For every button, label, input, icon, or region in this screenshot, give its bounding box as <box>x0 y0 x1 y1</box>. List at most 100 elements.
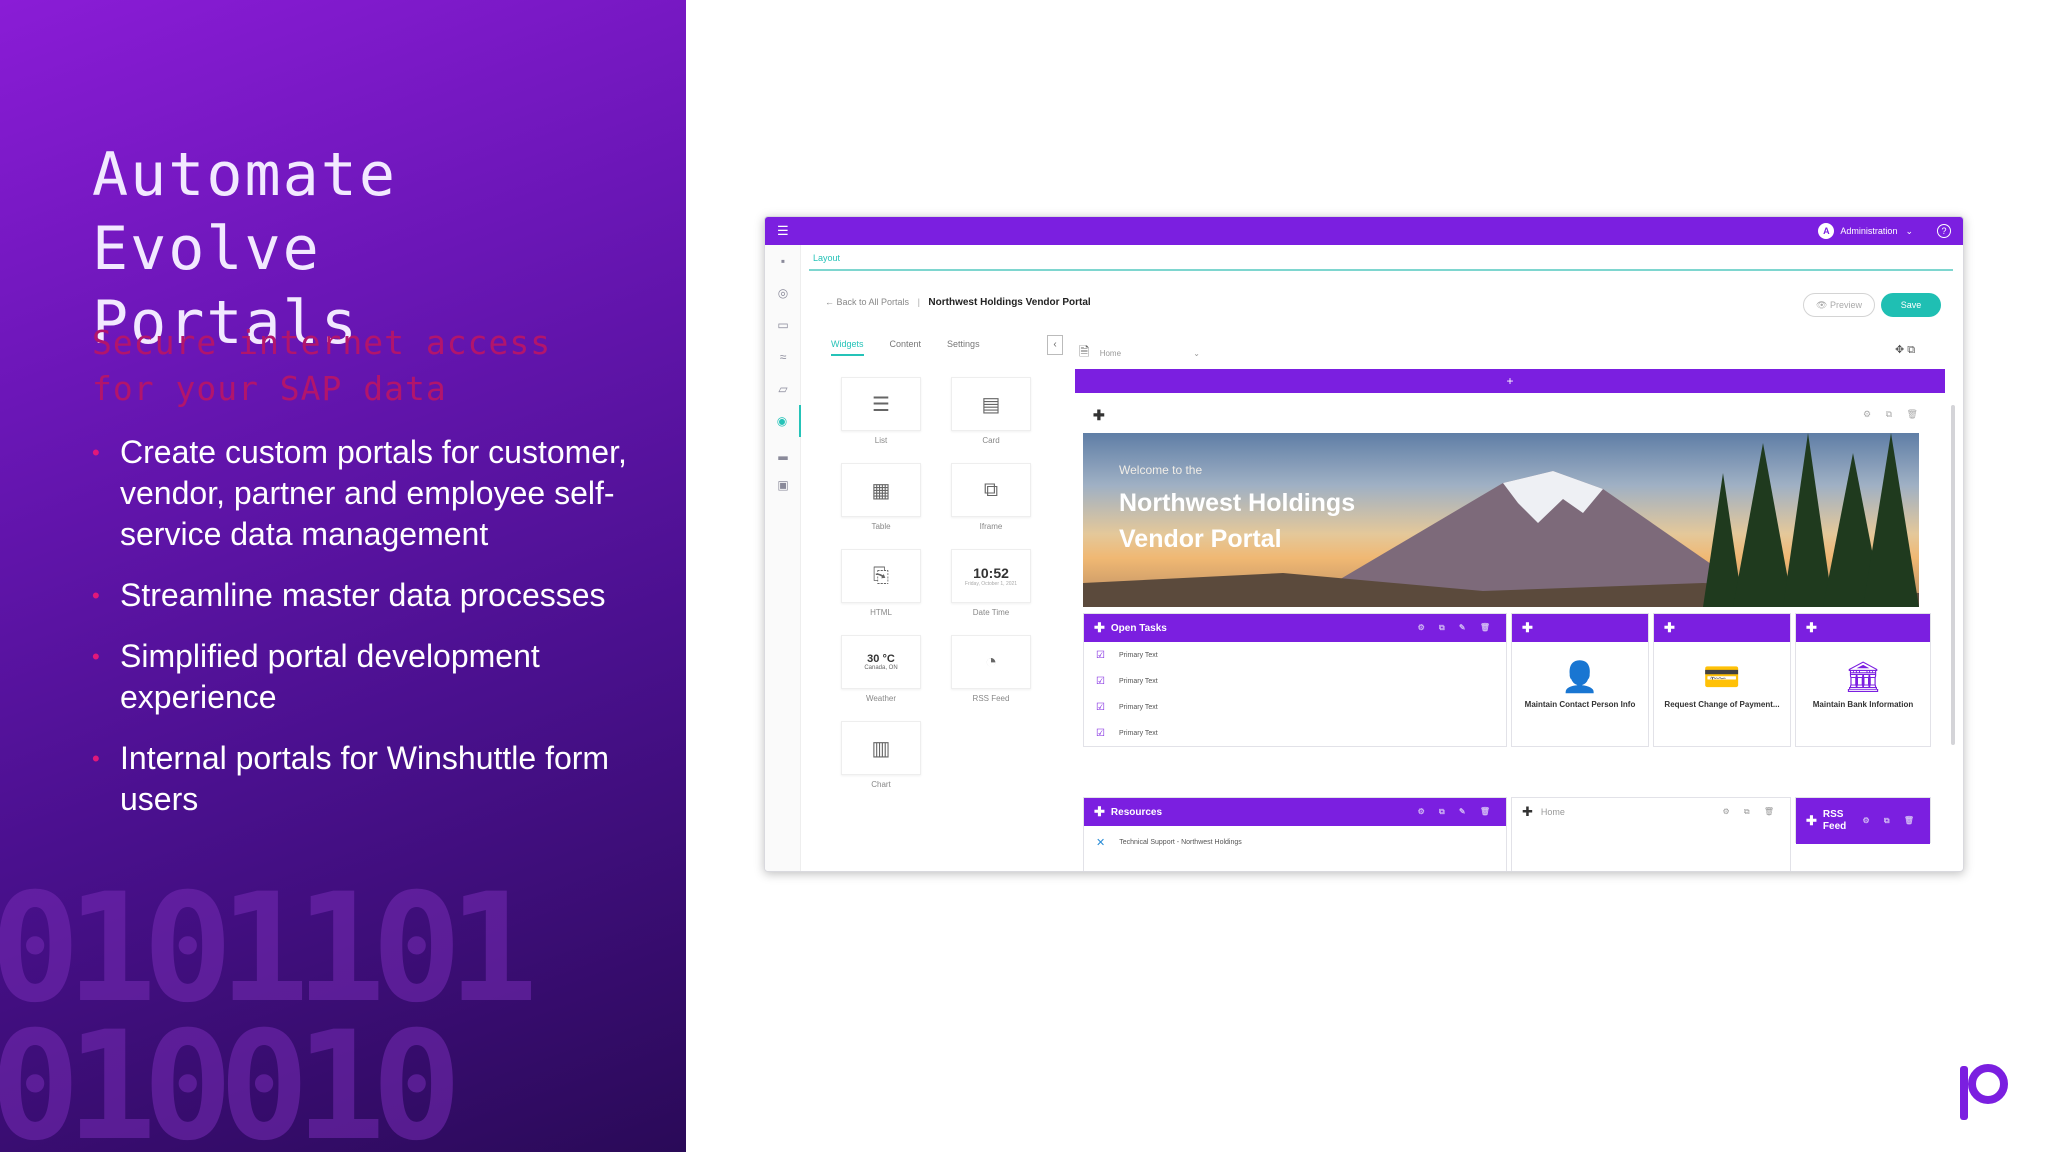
portal-icon[interactable]: ◉ <box>765 405 801 437</box>
bullet-item: • Create custom portals for customer, ven… <box>92 432 632 555</box>
add-row-button[interactable]: + <box>1075 369 1945 393</box>
add-icon[interactable]: ✚ <box>1664 620 1675 636</box>
back-link[interactable]: ← Back to All Portals <box>825 297 909 307</box>
widget-iframe[interactable]: ⧉ Iframe <box>941 463 1041 531</box>
resource-link-text: Technical Support - Northwest Holdings <box>1119 838 1242 846</box>
bullet-dot-icon: • <box>92 746 100 771</box>
help-icon[interactable]: ? <box>1937 224 1951 238</box>
quick-link-card[interactable]: ✚ 🏛 Maintain Bank Information <box>1795 613 1931 747</box>
weather-preview: 30 °C Canada, ON <box>841 635 921 689</box>
widget-label: Weather <box>865 694 897 703</box>
card-tools[interactable]: ⚙ ⧉ 🗑 <box>1723 807 1781 817</box>
bullet-text: Streamline master data processes <box>120 577 606 613</box>
widget-rss-feed[interactable]: ◔ RSS Feed <box>941 635 1041 703</box>
tab-settings[interactable]: Settings <box>947 339 980 356</box>
widget-html[interactable]: ⎘ HTML <box>831 549 931 617</box>
quick-link-label: Maintain Bank Information <box>1812 700 1914 709</box>
checkbox-icon: ☑ <box>1096 649 1105 661</box>
chevron-down-icon[interactable]: ⌄ <box>1905 226 1913 237</box>
row-tools[interactable]: ⚙ ⧉ 🗑 <box>1863 409 1924 420</box>
user-menu-label[interactable]: Administration <box>1840 226 1897 236</box>
avatar[interactable]: A <box>1818 223 1835 239</box>
widget-table[interactable]: ▦ Table <box>831 463 931 531</box>
bullet-dot-icon: • <box>92 583 100 608</box>
hero-title: Northwest Holdings Vendor Portal <box>1119 489 1356 553</box>
card-tools[interactable]: ⚙ ⧉ ✎ 🗑 <box>1418 623 1496 633</box>
dashboard-icon[interactable]: ▪ <box>765 245 801 277</box>
save-button[interactable]: Save <box>1881 293 1941 317</box>
card-title: Open Tasks <box>1110 622 1167 634</box>
widget-label: HTML <box>870 608 892 617</box>
hero-greeting: Welcome to the <box>1119 463 1203 477</box>
add-widget-icon[interactable]: ✚ <box>1093 407 1105 424</box>
add-icon[interactable]: ✚ <box>1522 804 1533 820</box>
add-icon[interactable]: ✚ <box>1094 804 1105 820</box>
page-title: Northwest Holdings Vendor Portal <box>928 297 1091 308</box>
quick-link[interactable]: 🏛 Maintain Bank Information <box>1796 642 1930 709</box>
preview-button[interactable]: 👁 Preview <box>1803 293 1875 317</box>
list-item[interactable]: ☑ Primary Text <box>1084 642 1506 668</box>
add-icon[interactable]: ✚ <box>1522 620 1533 636</box>
flow-icon[interactable]: ≈ <box>765 341 801 373</box>
resource-link[interactable]: ✕ Technical Support - Northwest Holdings <box>1084 826 1506 858</box>
clock-time: 10:52 <box>973 565 1009 581</box>
list-icon: ☰ <box>841 377 921 431</box>
tab-widgets[interactable]: Widgets <box>831 339 864 356</box>
globe-icon[interactable]: ◎ <box>765 277 801 309</box>
card-tools[interactable]: ⚙ ⧉ ✎ 🗑 <box>1418 807 1496 817</box>
document-icon: 🗎 <box>1079 344 1090 359</box>
widget-label: Card <box>982 436 1000 445</box>
tab-layout[interactable]: Layout <box>813 253 840 263</box>
list-item-text: Primary Text <box>1118 703 1158 711</box>
widget-weather[interactable]: 30 °C Canada, ON Weather <box>831 635 931 703</box>
iframe-icon: ⧉ <box>951 463 1031 517</box>
list-item-text: Primary Text <box>1118 729 1158 737</box>
chart-icon[interactable]: ▂ <box>765 437 801 469</box>
binary-line: 0101101 <box>0 862 538 1036</box>
bullet-text: Internal portals for Winshuttle form use… <box>120 740 610 817</box>
bullet-item: • Streamline master data processes <box>92 575 632 616</box>
widget-date-time[interactable]: 10:52 Friday, October 1, 2021 Date Time <box>941 549 1041 617</box>
add-icon[interactable]: ✚ <box>1094 620 1105 636</box>
card-title: Resources <box>1110 806 1163 818</box>
tab-underline <box>809 269 1953 271</box>
add-icon[interactable]: ✚ <box>1806 620 1817 636</box>
tab-content[interactable]: Content <box>890 339 922 356</box>
collapse-panel-button[interactable]: ‹ <box>1047 335 1063 355</box>
payment-card-icon: 💳 <box>1703 661 1741 694</box>
hero-banner[interactable]: Welcome to the Northwest Holdings Vendor… <box>1083 433 1919 607</box>
bullet-text: Simplified portal development experience <box>120 638 540 715</box>
bullet-item: • Internal portals for Winshuttle form us… <box>92 738 632 820</box>
add-icon[interactable]: ✚ <box>1806 813 1817 829</box>
list-item[interactable]: ☑ Primary Text <box>1084 694 1506 720</box>
canvas-tools[interactable]: ✥ ⧉ <box>1895 343 1915 357</box>
comment-icon[interactable]: ▱ <box>765 373 801 405</box>
widget-label: RSS Feed <box>972 694 1010 703</box>
quick-link-card[interactable]: ✚ 💳 Request Change of Payment... <box>1653 613 1791 747</box>
list-item[interactable]: ☑ Primary Text <box>1084 720 1506 746</box>
quick-link[interactable]: 💳 Request Change of Payment... <box>1654 642 1790 709</box>
chart-icon: ▥ <box>841 721 921 775</box>
page-selector[interactable]: 🗎 Home ⌄ <box>1079 343 1200 365</box>
breadcrumb-separator: | <box>917 297 920 307</box>
widget-card[interactable]: ▤ Card <box>941 377 1041 445</box>
card-tools[interactable]: ⚙ ⧉ 🗑 <box>1863 816 1921 826</box>
chat-icon[interactable]: ▭ <box>765 309 801 341</box>
quick-link-label: Maintain Contact Person Info <box>1524 700 1636 709</box>
list-item[interactable]: ☑ Primary Text <box>1084 668 1506 694</box>
title-line: Automate <box>92 140 397 210</box>
card-header: ✚ <box>1796 614 1930 642</box>
page-selector-label: Home <box>1099 349 1122 359</box>
chevron-down-icon: ⌄ <box>1193 349 1200 359</box>
quick-link[interactable]: 👤 Maintain Contact Person Info <box>1512 642 1648 709</box>
widget-chart[interactable]: ▥ Chart <box>831 721 931 789</box>
calendar-icon[interactable]: ▣ <box>765 469 801 501</box>
scrollbar[interactable] <box>1951 405 1955 745</box>
list-item-text: Primary Text <box>1118 651 1158 659</box>
quick-link-card[interactable]: ✚ 👤 Maintain Contact Person Info <box>1511 613 1649 747</box>
left-panel: 0101101 010010 Automate Evolve Portals Se… <box>0 0 686 1152</box>
home-card: ✚ Home ⚙ ⧉ 🗑 <box>1511 797 1791 871</box>
widget-label: Chart <box>871 780 891 789</box>
widget-list[interactable]: ☰ List <box>831 377 931 445</box>
menu-icon[interactable]: ☰ <box>777 223 791 239</box>
